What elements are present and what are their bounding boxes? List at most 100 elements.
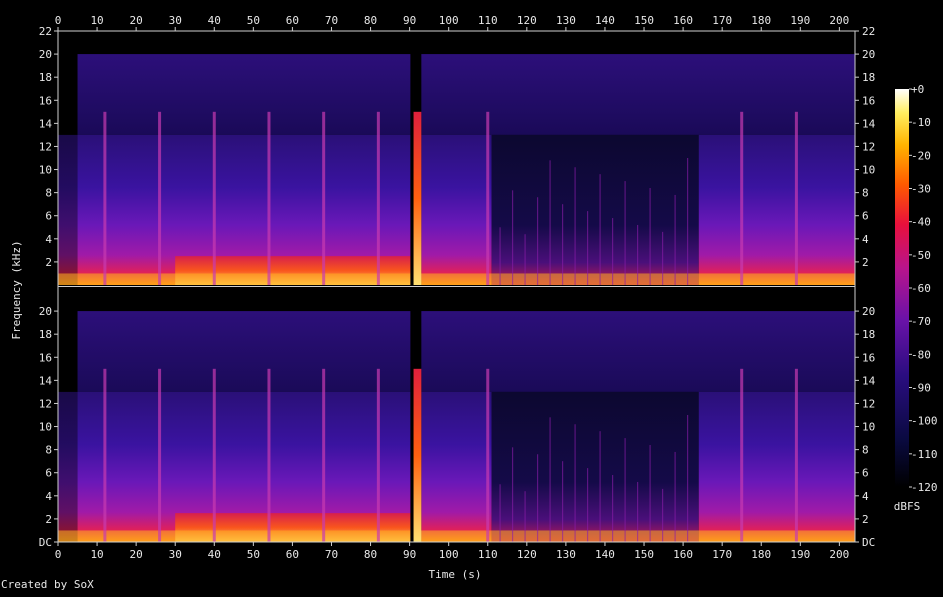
spectrum-fade-in [58, 391, 78, 542]
periodic-spike [158, 111, 162, 286]
spectrum-high-band [77, 311, 414, 392]
spectrogram-figure: 0 0 10 10 20 20 30 30 40 40 50 50 60 60 70 70 80 80 90 90 10… [0, 0, 943, 593]
y-tick-label-left: DC [39, 536, 52, 549]
tonal-line [662, 231, 664, 285]
x-tick-label-top: 130 [556, 14, 576, 27]
periodic-spike [794, 111, 798, 286]
x-tick-label-bottom: 70 [325, 548, 338, 561]
colorbar-tick-label: -20 [911, 149, 931, 162]
tonal-line [687, 158, 689, 285]
x-tick-label-top: 160 [673, 14, 693, 27]
tonal-line [561, 461, 564, 542]
y-tick-label-right: 14 [862, 117, 876, 130]
tonal-line [499, 227, 501, 285]
y-tick-label-left: 6 [45, 210, 52, 223]
x-tick-label-top: 200 [829, 14, 849, 27]
x-tick-label-top: 50 [247, 14, 260, 27]
tonal-line [574, 424, 576, 542]
periodic-spike [794, 368, 798, 542]
colorbar-tick-label: -50 [911, 249, 931, 262]
tonal-line [599, 431, 601, 542]
colorbar-tick-label: -100 [911, 415, 938, 428]
x-tick-label-bottom: 50 [247, 548, 260, 561]
x-tick-label-bottom: 10 [90, 548, 103, 561]
y-tick-label-left: 16 [39, 351, 52, 364]
periodic-spike [267, 111, 271, 286]
y-tick-label-left: 20 [39, 48, 52, 61]
tonal-line [662, 488, 664, 542]
low-freq-energy [58, 273, 855, 285]
y-tick-label-left: 2 [45, 513, 52, 526]
x-tick-label-top: 140 [595, 14, 615, 27]
colorbar-tick-label: -110 [911, 448, 938, 461]
credit-text: Created by SoX [1, 578, 94, 591]
x-tick-label-bottom: 60 [286, 548, 299, 561]
y-tick-label-right: 14 [862, 374, 876, 387]
y-tick-label-right: 22 [862, 25, 875, 38]
tonal-line [524, 234, 526, 285]
tonal-line [511, 447, 514, 542]
tonal-line [499, 484, 501, 542]
tonal-line [674, 451, 676, 542]
periodic-spike [158, 368, 162, 542]
x-tick-label-top: 30 [169, 14, 182, 27]
tonal-line [611, 218, 614, 285]
colorbar-tick-label: +0 [911, 83, 924, 96]
y-tick-label-right: 2 [862, 513, 869, 526]
x-tick-label-bottom: 30 [169, 548, 182, 561]
tonal-line [649, 445, 651, 542]
x-tick-label-bottom: 180 [751, 548, 771, 561]
x-tick-label-bottom: 160 [673, 548, 693, 561]
spectrum-fade-in [58, 134, 78, 285]
y-tick-label-right: 6 [862, 467, 869, 480]
colorbar-tick-label: -70 [911, 315, 931, 328]
low-freq-energy [58, 530, 855, 542]
x-tick-label-top: 20 [130, 14, 143, 27]
y-tick-label-right: 12 [862, 397, 875, 410]
y-tick-label-left: 14 [39, 374, 53, 387]
colorbar-tick-label: -120 [911, 481, 938, 494]
periodic-spike [267, 368, 271, 542]
y-tick-label-right: 16 [862, 351, 875, 364]
periodic-spike [103, 368, 107, 542]
spectrum-high-band [77, 54, 414, 135]
y-tick-label-right: 18 [862, 328, 875, 341]
x-tick-label-bottom: 170 [712, 548, 732, 561]
periodic-spike [376, 111, 380, 286]
x-tick-label-bottom: 140 [595, 548, 615, 561]
periodic-spike [486, 368, 490, 542]
tonal-line [624, 181, 626, 285]
y-tick-label-left: 8 [45, 187, 52, 200]
y-tick-label-right: 10 [862, 164, 875, 177]
y-tick-label-left: 10 [39, 164, 52, 177]
periodic-spike [740, 368, 744, 542]
x-tick-label-bottom: 80 [364, 548, 377, 561]
x-tick-label-bottom: 120 [517, 548, 537, 561]
x-tick-label-bottom: 200 [829, 548, 849, 561]
y-axis-label: Frequency (kHz) [10, 240, 23, 339]
x-tick-label-top: 180 [751, 14, 771, 27]
tonal-line [624, 438, 626, 542]
x-axis-label: Time (s) [429, 568, 482, 581]
x-tick-label-bottom: 150 [634, 548, 654, 561]
x-tick-label-bottom: 110 [478, 548, 498, 561]
tonal-line [574, 167, 576, 285]
x-tick-label-bottom: 130 [556, 548, 576, 561]
periodic-spike [740, 111, 744, 286]
colorbar-label: dBFS [894, 500, 921, 513]
x-tick-label-top: 170 [712, 14, 732, 27]
channel-panel-1 [58, 31, 855, 286]
tonal-line [511, 190, 514, 285]
x-tick-label-top: 100 [439, 14, 459, 27]
y-tick-label-left: 18 [39, 71, 52, 84]
tonal-line [649, 188, 651, 285]
colorbar-tick-label: -80 [911, 348, 931, 361]
tonal-line [586, 468, 589, 542]
y-tick-label-left: 14 [39, 117, 53, 130]
y-tick-label-left: 18 [39, 328, 52, 341]
colorbar-tick-label: -90 [911, 382, 931, 395]
x-tick-label-top: 40 [208, 14, 221, 27]
y-tick-label-left: 8 [45, 444, 52, 457]
periodic-spike [376, 368, 380, 542]
x-tick-label-top: 80 [364, 14, 377, 27]
